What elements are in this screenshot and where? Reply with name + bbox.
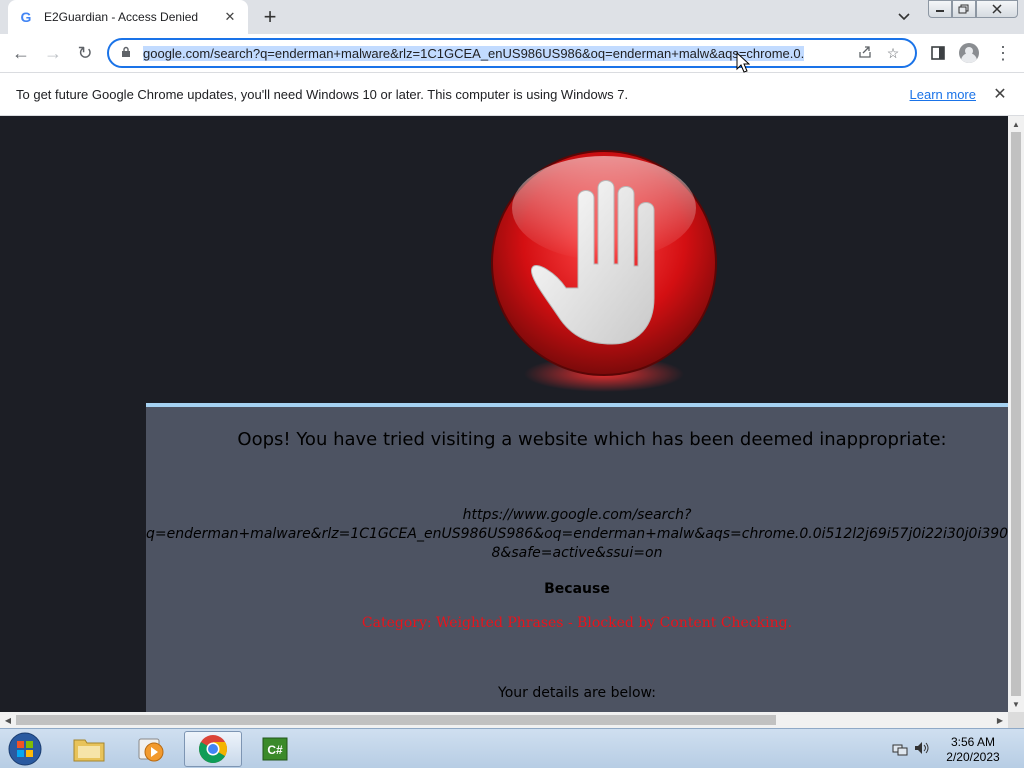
csharp-icon: C# bbox=[262, 737, 288, 761]
scrollbar-corner bbox=[1008, 712, 1024, 728]
csharp-label: C# bbox=[267, 743, 283, 757]
side-panel-button[interactable] bbox=[927, 42, 949, 64]
restore-button[interactable] bbox=[952, 0, 976, 18]
taskbar: C# 3:56 AM 2/20/2023 bbox=[0, 728, 1024, 768]
because-label: Because bbox=[544, 581, 610, 597]
forward-arrow-icon: → bbox=[44, 42, 62, 63]
blocked-url-line: q=enderman+malware&rlz=1C1GCEA_enUS986US… bbox=[146, 526, 1008, 542]
profile-button[interactable] bbox=[958, 42, 980, 64]
tab-strip: G E2Guardian - Access Denied ✕ + bbox=[0, 0, 1024, 34]
taskbar-file-explorer[interactable] bbox=[60, 731, 118, 767]
infobar-close-icon[interactable]: ✕ bbox=[992, 84, 1008, 104]
address-bar[interactable]: google.com/search?q=enderman+malware&rlz… bbox=[107, 38, 917, 68]
update-infobar: To get future Google Chrome updates, you… bbox=[0, 72, 1024, 116]
avatar-icon bbox=[959, 43, 979, 63]
lock-icon bbox=[121, 46, 135, 61]
blocked-url: https://www.google.com/search? q=enderma… bbox=[146, 506, 1008, 563]
block-reason: Category: Weighted Phrases - Blocked by … bbox=[361, 615, 793, 631]
volume-icon[interactable] bbox=[914, 741, 930, 758]
new-tab-button[interactable]: + bbox=[258, 4, 282, 29]
forward-button[interactable]: → bbox=[40, 40, 66, 66]
blocked-page: Oops! You have tried visiting a website … bbox=[0, 116, 1008, 712]
stop-hand-icon bbox=[491, 150, 717, 392]
back-arrow-icon: ← bbox=[12, 42, 30, 63]
system-tray: 3:56 AM 2/20/2023 bbox=[884, 733, 1024, 765]
clock-date[interactable]: 2/20/2023 bbox=[942, 750, 1004, 764]
minimize-icon bbox=[936, 10, 944, 12]
reload-button[interactable]: ↻ bbox=[72, 40, 98, 66]
menu-button[interactable]: ⋮ bbox=[992, 42, 1014, 64]
horizontal-scrollbar[interactable]: ◀ ▶ bbox=[0, 712, 1008, 728]
clock-time[interactable]: 3:56 AM bbox=[942, 735, 1004, 749]
share-icon[interactable] bbox=[851, 45, 879, 62]
minimize-button[interactable] bbox=[928, 0, 952, 18]
more-vert-icon: ⋮ bbox=[994, 42, 1012, 63]
chevron-down-icon bbox=[898, 13, 910, 21]
tab-title: E2Guardian - Access Denied bbox=[44, 10, 199, 24]
scroll-left-arrow-icon[interactable]: ◀ bbox=[0, 712, 16, 728]
start-button[interactable] bbox=[4, 731, 46, 767]
learn-more-link[interactable]: Learn more bbox=[910, 87, 976, 102]
scroll-down-arrow-icon[interactable]: ▼ bbox=[1008, 696, 1024, 712]
reload-icon: ↻ bbox=[77, 42, 93, 63]
scroll-up-arrow-icon[interactable]: ▲ bbox=[1008, 116, 1024, 132]
side-panel-icon bbox=[931, 46, 945, 60]
bookmark-star-icon[interactable]: ☆ bbox=[879, 45, 907, 62]
folder-icon bbox=[73, 739, 105, 762]
message-panel: Oops! You have tried visiting a website … bbox=[146, 403, 1008, 712]
page-heading: Oops! You have tried visiting a website … bbox=[237, 429, 947, 450]
blocked-url-line: 8&safe=active&ssui=on bbox=[491, 545, 663, 561]
window-close-button[interactable] bbox=[976, 0, 1018, 18]
blocked-url-line: https://www.google.com/search? bbox=[462, 507, 692, 523]
network-icon[interactable] bbox=[892, 743, 908, 760]
taskbar-chrome[interactable] bbox=[184, 731, 242, 767]
tab-search-button[interactable] bbox=[894, 8, 914, 26]
vertical-scroll-thumb[interactable] bbox=[1011, 132, 1021, 696]
media-player-icon bbox=[138, 738, 164, 762]
restore-icon bbox=[958, 4, 969, 14]
horizontal-scroll-thumb[interactable] bbox=[16, 715, 776, 725]
taskbar-media-player[interactable] bbox=[122, 731, 180, 767]
tab-access-denied[interactable]: G E2Guardian - Access Denied ✕ bbox=[8, 0, 248, 34]
infobar-message: To get future Google Chrome updates, you… bbox=[16, 86, 629, 102]
vertical-scrollbar[interactable]: ▲ ▼ bbox=[1008, 116, 1024, 712]
mouse-cursor-icon bbox=[736, 52, 750, 73]
windows-logo-icon bbox=[8, 732, 42, 766]
chrome-icon bbox=[199, 735, 227, 763]
google-favicon-icon: G bbox=[20, 9, 32, 25]
scroll-right-arrow-icon[interactable]: ▶ bbox=[992, 712, 1008, 728]
tab-close-icon[interactable]: ✕ bbox=[222, 9, 238, 25]
browser-toolbar: ← → ↻ google.com/search?q=enderman+malwa… bbox=[0, 34, 1024, 72]
details-heading: Your details are below: bbox=[498, 685, 656, 701]
taskbar-csharp-app[interactable]: C# bbox=[246, 731, 304, 767]
back-button[interactable]: ← bbox=[8, 40, 34, 66]
close-icon bbox=[992, 4, 1002, 14]
